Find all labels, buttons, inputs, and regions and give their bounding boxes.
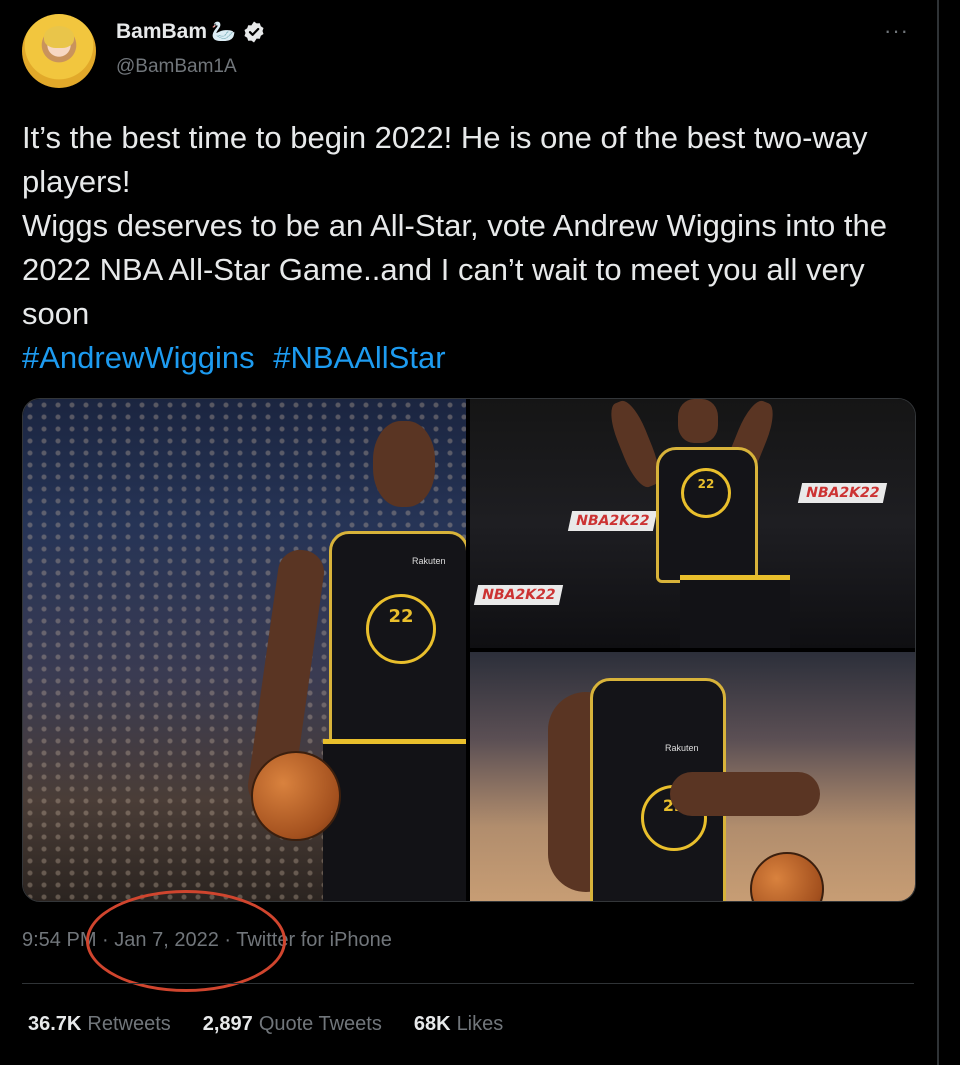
team-logo-icon: 22 xyxy=(681,468,731,518)
display-name[interactable]: BamBam xyxy=(116,20,207,44)
swan-emoji-icon: 🦢 xyxy=(211,21,236,43)
player-arm xyxy=(670,772,820,816)
arena-banner: NBA2K22 xyxy=(797,483,888,503)
team-logo-icon: 22 xyxy=(366,594,436,664)
player-jersey: 22 xyxy=(656,447,758,583)
tweet-line: Wiggs deserves to be an All-Star, vote A… xyxy=(22,208,888,331)
hashtag-link[interactable]: #NBAAllStar xyxy=(273,340,445,375)
tweet: BamBam 🦢 @BamBam1A ··· It’s the best tim… xyxy=(0,0,937,1065)
hashtag-row: #AndrewWiggins #NBAAllStar xyxy=(22,336,922,380)
basketball xyxy=(750,852,824,901)
timeline-border xyxy=(937,0,939,1065)
jersey-sponsor: Rakuten xyxy=(665,743,699,753)
tweet-line: It’s the best time to begin 2022! He is … xyxy=(22,120,868,199)
arena-banner: NBA2K22 xyxy=(567,511,658,531)
likes-label: Likes xyxy=(456,1013,504,1035)
hashtag-link[interactable]: #AndrewWiggins xyxy=(22,340,255,375)
photo-player-standing[interactable]: 22 Rakuten xyxy=(23,399,466,901)
player-head xyxy=(678,399,718,443)
quote-tweets-label: Quote Tweets xyxy=(258,1013,382,1035)
divider xyxy=(22,983,914,984)
quote-tweets-stat[interactable]: 2,897 Quote Tweets xyxy=(203,1013,382,1036)
player-jersey: 22 Rakuten xyxy=(329,531,466,747)
media-grid: 22 Rakuten NBA2K22 NBA2K22 NBA2K22 22 Ra… xyxy=(22,398,916,902)
player-shorts xyxy=(323,739,466,901)
tweet-text: It’s the best time to begin 2022! He is … xyxy=(22,116,922,380)
author-handle[interactable]: @BamBam1A xyxy=(116,56,237,78)
jersey-number: 22 xyxy=(697,477,715,491)
jersey-number: 22 xyxy=(388,606,414,627)
likes-count: 68K xyxy=(413,1013,451,1035)
retweets-label: Retweets xyxy=(87,1013,171,1035)
more-options-icon[interactable]: ··· xyxy=(884,20,909,42)
player-shorts xyxy=(680,575,790,648)
likes-stat[interactable]: 68K Likes xyxy=(414,1013,503,1036)
quote-tweets-count: 2,897 xyxy=(202,1013,253,1035)
retweets-stat[interactable]: 36.7K Retweets xyxy=(28,1013,171,1036)
jersey-sponsor: Rakuten xyxy=(412,556,446,566)
photo-player-dunk[interactable]: NBA2K22 NBA2K22 NBA2K22 22 xyxy=(470,399,915,648)
verified-badge-icon xyxy=(244,21,264,43)
avatar[interactable] xyxy=(22,14,96,88)
basketball xyxy=(251,751,341,841)
retweets-count: 36.7K xyxy=(28,1013,82,1035)
date-circle-annotation xyxy=(86,890,286,992)
player-head xyxy=(373,421,435,507)
arena-banner: NBA2K22 xyxy=(473,585,564,605)
author-name-row[interactable]: BamBam 🦢 xyxy=(116,20,266,44)
tweet-stats: 36.7K Retweets 2,897 Quote Tweets 68K Likes xyxy=(28,1013,503,1036)
photo-player-closeup[interactable]: 22 Rakuten xyxy=(470,652,915,901)
